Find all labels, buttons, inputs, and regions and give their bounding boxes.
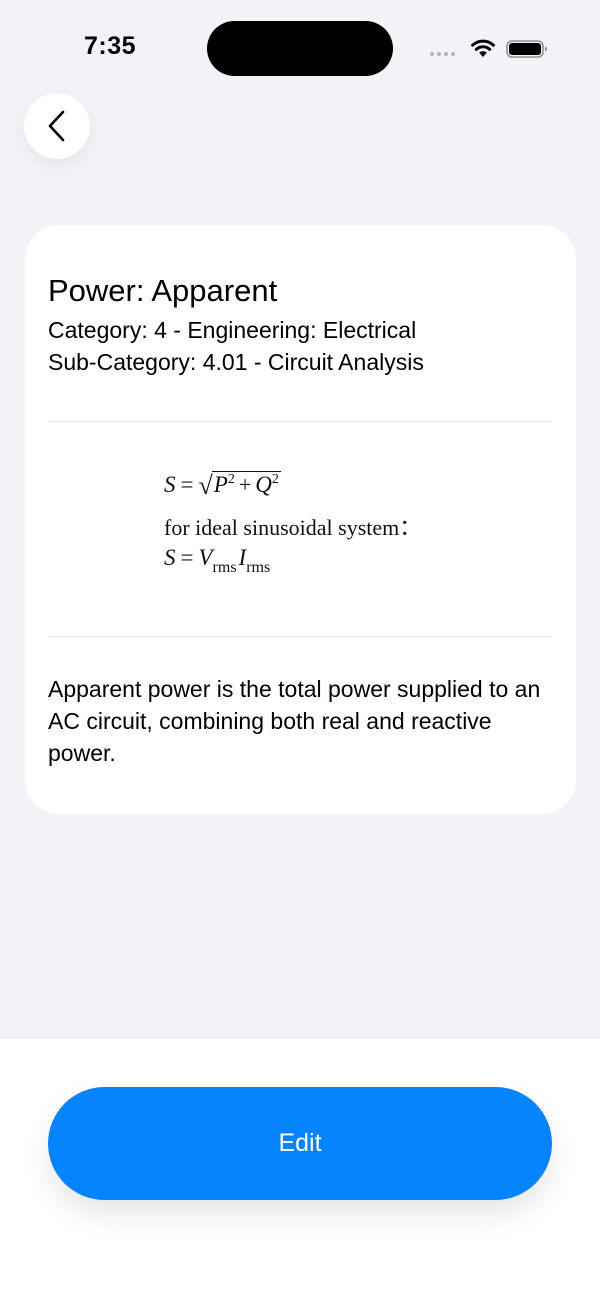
formula-plus: + bbox=[238, 472, 252, 497]
formula-symbol-s: S bbox=[164, 472, 176, 497]
formula-subscript: rms bbox=[246, 559, 271, 576]
battery-icon bbox=[506, 40, 547, 58]
formula-exponent: 2 bbox=[227, 472, 235, 487]
status-time: 7:35 bbox=[84, 32, 137, 60]
status-bar: 7:35 bbox=[0, 0, 600, 100]
formula-line-2: for ideal sinusoidal system： bbox=[164, 515, 422, 540]
formula-exponent: 2 bbox=[271, 472, 279, 487]
divider bbox=[48, 636, 552, 637]
divider bbox=[48, 421, 552, 422]
edit-button[interactable]: Edit bbox=[48, 1087, 552, 1200]
formula-subscript: rms bbox=[212, 559, 237, 576]
formula-symbol-p: P bbox=[213, 472, 228, 497]
formula-line-3: S = VrmsIrms bbox=[164, 545, 272, 577]
formula-card: Power: Apparent Category: 4 - Engineerin… bbox=[25, 225, 576, 814]
page-title: Power: Apparent bbox=[48, 273, 278, 308]
formula-line-1: S = √P2 + Q2 bbox=[164, 469, 281, 509]
formula-symbol-q: Q bbox=[255, 472, 272, 497]
formula-equals: = bbox=[180, 472, 194, 497]
wifi-icon bbox=[471, 39, 495, 57]
subcategory-label: Sub-Category: 4.01 - Circuit Analysis bbox=[48, 349, 424, 375]
cellular-signal-icon bbox=[430, 52, 455, 56]
bottom-bar: Edit bbox=[0, 1039, 600, 1299]
dynamic-island bbox=[207, 21, 393, 76]
description-text: Apparent power is the total power suppli… bbox=[48, 676, 541, 766]
chevron-left-icon bbox=[48, 110, 65, 142]
back-button[interactable] bbox=[24, 93, 90, 159]
formula-equals: = bbox=[180, 545, 194, 570]
square-root-icon: √ bbox=[198, 471, 213, 500]
formula-radicand: P2 + Q2 bbox=[211, 471, 281, 498]
category-label: Category: 4 - Engineering: Electrical bbox=[48, 317, 417, 343]
formula-symbol-v: V bbox=[198, 545, 213, 570]
formula-symbol-s: S bbox=[164, 545, 176, 570]
